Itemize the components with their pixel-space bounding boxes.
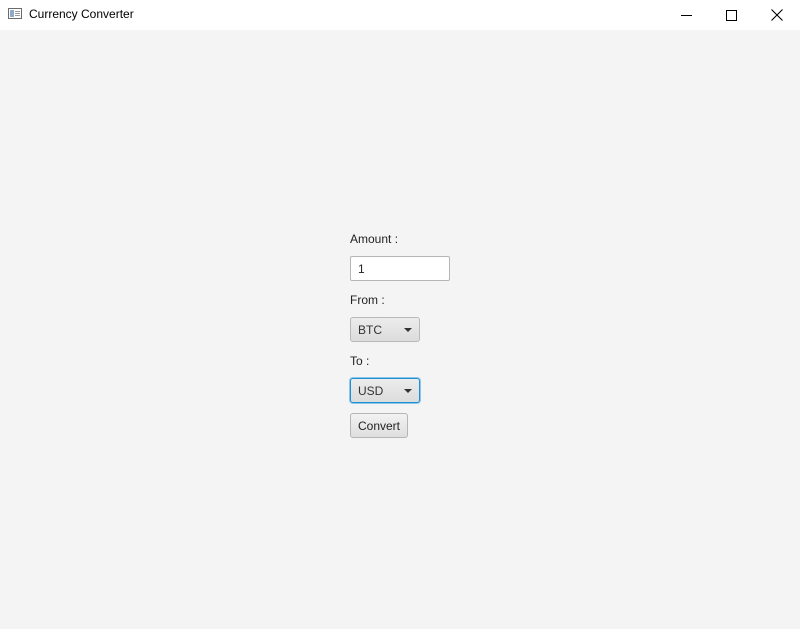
title-bar[interactable]: Currency Converter bbox=[0, 0, 800, 30]
to-label: To : bbox=[350, 354, 370, 368]
close-button[interactable] bbox=[754, 0, 800, 30]
chevron-down-icon bbox=[404, 328, 412, 332]
maximize-icon bbox=[725, 9, 737, 21]
minimize-button[interactable] bbox=[663, 0, 709, 30]
app-window-icon bbox=[8, 8, 22, 19]
to-currency-select[interactable]: USD bbox=[350, 378, 420, 403]
amount-label: Amount : bbox=[350, 232, 399, 246]
chevron-down-icon bbox=[404, 389, 412, 393]
from-label: From : bbox=[350, 293, 385, 307]
app-window: Currency Converter Amount : From : BTC T… bbox=[0, 0, 800, 629]
convert-button[interactable]: Convert bbox=[350, 413, 408, 438]
amount-input[interactable] bbox=[350, 256, 450, 281]
from-currency-select[interactable]: BTC bbox=[350, 317, 420, 342]
from-currency-value: BTC bbox=[358, 323, 382, 337]
window-title: Currency Converter bbox=[29, 7, 134, 21]
close-icon bbox=[771, 9, 783, 21]
to-currency-value: USD bbox=[358, 384, 384, 398]
minimize-icon bbox=[680, 10, 692, 21]
maximize-button[interactable] bbox=[708, 0, 754, 30]
